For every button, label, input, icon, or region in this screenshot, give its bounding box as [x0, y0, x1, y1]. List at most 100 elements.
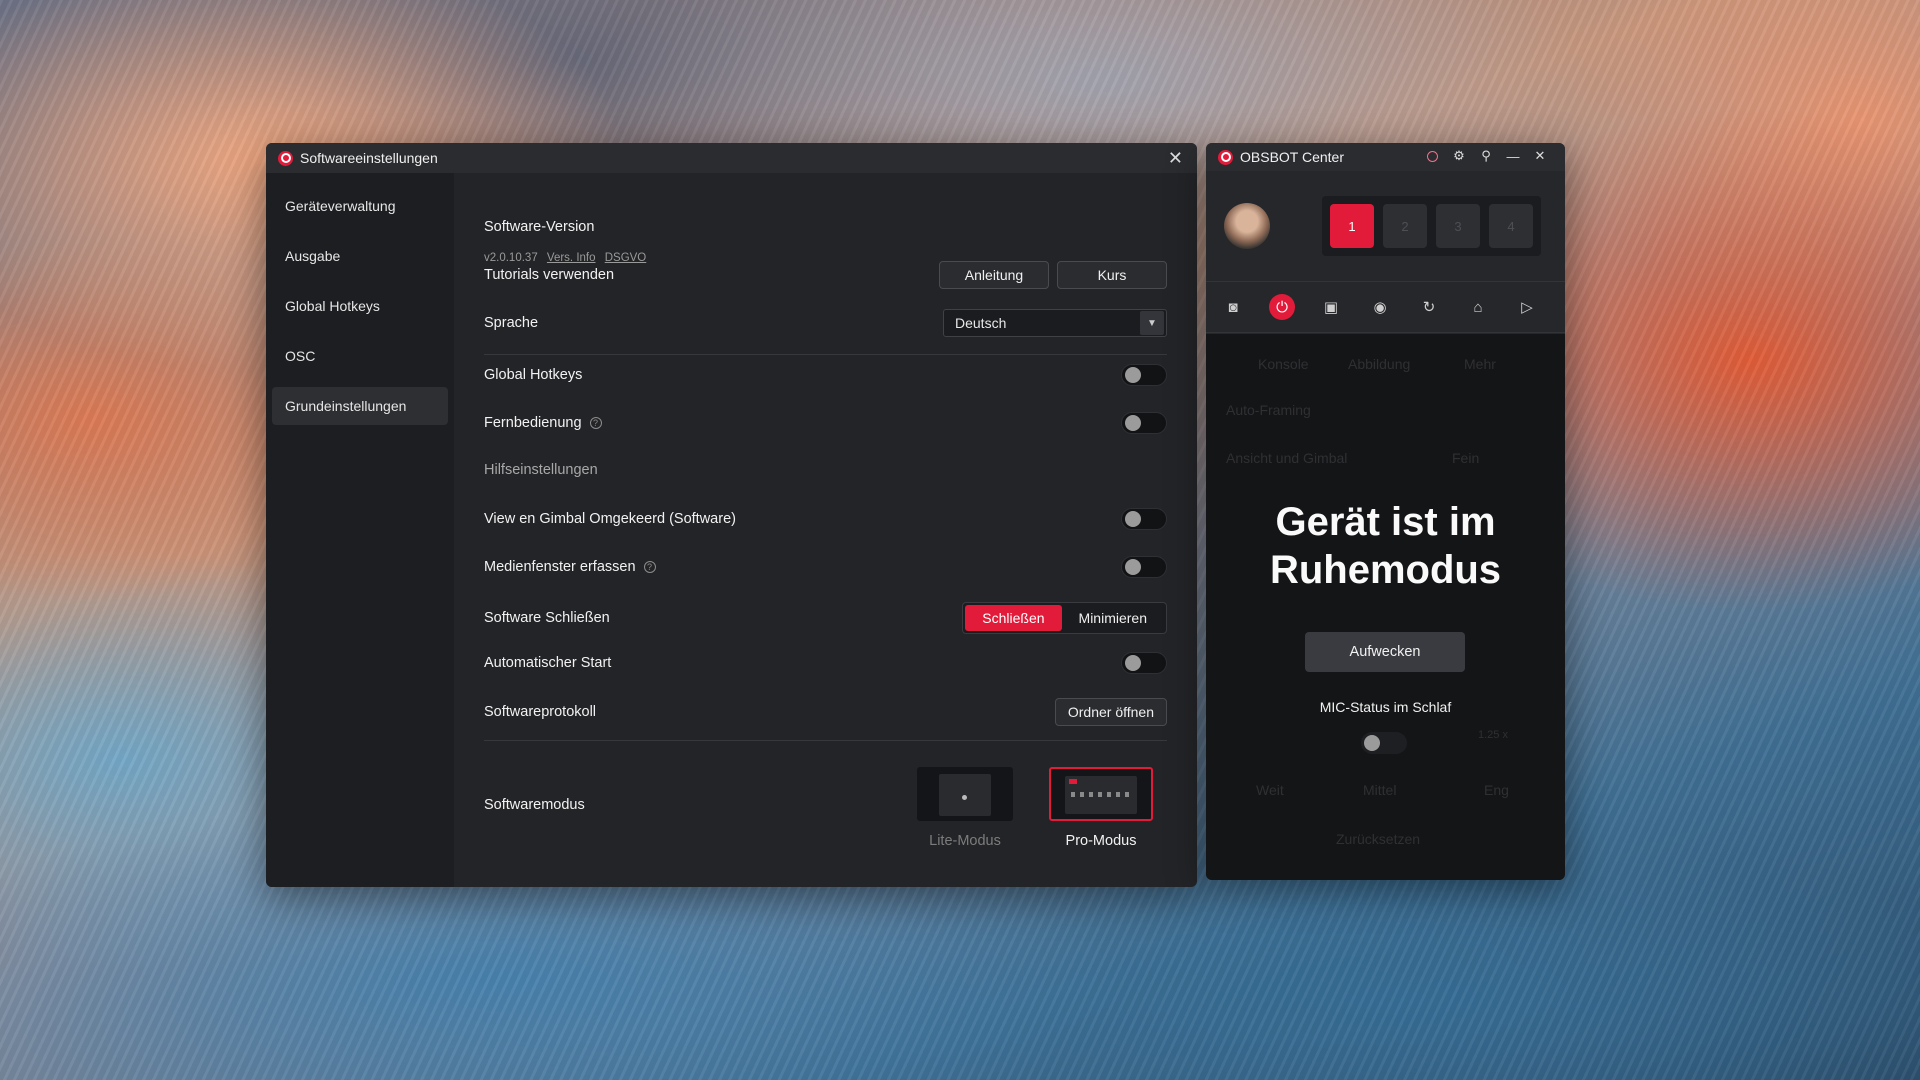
media-capture-toggle[interactable] [1121, 556, 1167, 578]
language-row: Sprache Deutsch ▼ [484, 309, 1167, 337]
helper-section-row: Hilfseinstellungen [484, 462, 1167, 478]
course-button[interactable]: Kurs [1057, 261, 1167, 289]
sidebar-item-device-management[interactable]: Geräteverwaltung [272, 187, 448, 225]
open-folder-button[interactable]: Ordner öffnen [1054, 698, 1167, 726]
helper-section-label: Hilfseinstellungen [484, 462, 598, 478]
sleep-mode-title: Gerät ist im Ruhemodus [1269, 500, 1502, 592]
sidebar-item-basic-settings[interactable]: Grundeinstellungen [272, 387, 448, 425]
obsbot-titlebar[interactable]: OBSBOT Center ⚙ ⚲ — ✕ [1206, 143, 1565, 171]
ghost-view-gimbal: Ansicht und Gimbal [1226, 450, 1348, 466]
view-gimbal-row: View en Gimbal Omgekeerd (Software) [484, 508, 1167, 530]
window-controls: ⚙ ⚲ — ✕ [1425, 147, 1547, 165]
view-gimbal-toggle[interactable] [1121, 508, 1167, 530]
ghost-tab-image: Abbildung [1348, 356, 1411, 372]
device-header: 1 2 3 4 [1206, 171, 1565, 281]
language-select[interactable]: Deutsch ▼ [943, 309, 1167, 337]
obsbot-window-title: OBSBOT Center [1240, 149, 1345, 165]
mic-status-toggle[interactable] [1361, 732, 1407, 754]
pro-mode-option[interactable]: Pro-Modus [1049, 767, 1153, 849]
auto-start-row: Automatischer Start [484, 652, 1167, 674]
software-mode-options: Lite-Modus Pro-Modus [917, 767, 1153, 849]
lite-mode-label: Lite-Modus [929, 833, 1001, 849]
camera-slots: 1 2 3 4 [1322, 196, 1541, 256]
media-capture-label: Medienfenster erfassen? [484, 559, 656, 575]
software-close-label: Software Schließen [484, 610, 610, 626]
global-hotkeys-toggle[interactable] [1121, 364, 1167, 386]
wake-up-button[interactable]: Aufwecken [1305, 632, 1465, 672]
software-mode-row: Softwaremodus Lite-Modus Pro-Modus [484, 767, 1167, 849]
language-value: Deutsch [955, 315, 1007, 331]
ghost-tab-more: Mehr [1464, 356, 1496, 372]
record-indicator-icon[interactable] [1425, 147, 1439, 165]
software-log-label: Softwareprotokoll [484, 704, 597, 720]
obsbot-center-window: OBSBOT Center ⚙ ⚲ — ✕ 1 2 3 4 ◙ ⏻ ▣ ◉ ↻ … [1206, 143, 1565, 880]
view-gimbal-label: View en Gimbal Omgekeerd (Software) [484, 511, 736, 527]
sleep-overlay: Konsole Abbildung Mehr Auto-Framing Ansi… [1206, 334, 1565, 880]
camera-slot-4[interactable]: 4 [1489, 204, 1533, 248]
camera-snapshot-icon[interactable]: ◙ [1220, 294, 1246, 320]
virtual-camera-icon[interactable]: ⌂ [1465, 294, 1491, 320]
global-hotkeys-label: Global Hotkeys [484, 367, 583, 383]
settings-window: Softwareeinstellungen ✕ Geräteverwaltung… [266, 143, 1197, 887]
close-icon[interactable]: ✕ [1533, 147, 1547, 165]
pro-mode-label: Pro-Modus [1065, 833, 1137, 849]
webcam-icon[interactable]: ◉ [1367, 294, 1393, 320]
settings-titlebar[interactable]: Softwareeinstellungen ✕ [266, 143, 1197, 173]
obsbot-logo-icon [278, 150, 293, 166]
close-icon[interactable]: ✕ [1168, 148, 1183, 168]
avatar[interactable] [1224, 203, 1270, 249]
camera-slot-3[interactable]: 3 [1436, 204, 1480, 248]
minimize-option-button[interactable]: Minimieren [1062, 605, 1164, 631]
remote-row: Fernbedienung? [484, 412, 1167, 434]
pro-mode-thumbnail [1049, 767, 1153, 821]
ghost-auto-framing: Auto-Framing [1226, 402, 1311, 418]
close-option-button[interactable]: Schließen [965, 605, 1062, 631]
minimize-icon[interactable]: — [1506, 147, 1520, 165]
software-close-row: Software Schließen Schließen Minimieren [484, 602, 1167, 634]
lite-mode-thumbnail [917, 767, 1013, 821]
divider [484, 354, 1167, 355]
expand-panel-icon[interactable]: ▷ [1514, 294, 1540, 320]
obsbot-logo-icon [1218, 149, 1233, 165]
help-icon[interactable]: ? [589, 417, 602, 429]
sidebar-item-global-hotkeys[interactable]: Global Hotkeys [272, 287, 448, 325]
settings-sidebar: Geräteverwaltung Ausgabe Global Hotkeys … [266, 173, 454, 887]
ghost-preset-tight: Eng [1484, 782, 1509, 798]
mic-status-label: MIC-Status im Schlaf [1319, 699, 1452, 715]
software-close-segmented: Schließen Minimieren [962, 602, 1167, 634]
ghost-reset: Zurücksetzen [1336, 831, 1421, 847]
pin-icon[interactable]: ⚲ [1479, 147, 1493, 165]
obsbot-toolbar: ◙ ⏻ ▣ ◉ ↻ ⌂ ▷ [1206, 281, 1565, 333]
help-icon[interactable]: ? [643, 561, 656, 573]
ghost-tab-console: Konsole [1258, 356, 1309, 372]
lite-mode-option[interactable]: Lite-Modus [917, 767, 1013, 849]
divider [484, 740, 1167, 741]
camera-slot-2[interactable]: 2 [1383, 204, 1427, 248]
global-hotkeys-row: Global Hotkeys [484, 364, 1167, 386]
camera-slot-1[interactable]: 1 [1330, 204, 1374, 248]
sidebar-item-output[interactable]: Ausgabe [272, 237, 448, 275]
settings-gear-icon[interactable]: ⚙ [1452, 147, 1466, 165]
auto-start-toggle[interactable] [1121, 652, 1167, 674]
settings-window-title: Softwareeinstellungen [300, 150, 438, 166]
record-video-icon[interactable]: ▣ [1318, 294, 1344, 320]
auto-start-label: Automatischer Start [484, 655, 612, 671]
chevron-down-icon: ▼ [1140, 311, 1164, 335]
sidebar-item-osc[interactable]: OSC [272, 337, 448, 375]
ghost-preset-medium: Mittel [1363, 782, 1397, 798]
media-capture-row: Medienfenster erfassen? [484, 556, 1167, 578]
software-version-row: Software-Version [484, 219, 1167, 235]
ghost-fine: Fein [1452, 450, 1480, 466]
settings-content: Software-Version v2.0.10.37 Vers. Info D… [484, 173, 1167, 887]
guide-button[interactable]: Anleitung [939, 261, 1049, 289]
ghost-zoom: 1.25 x [1478, 729, 1508, 741]
remote-label: Fernbedienung? [484, 415, 602, 431]
power-icon[interactable]: ⏻ [1269, 294, 1295, 320]
remote-toggle[interactable] [1121, 412, 1167, 434]
tutorials-row-main: Tutorials verwenden Anleitung Kurs [484, 261, 1167, 289]
software-log-row: Softwareprotokoll Ordner öffnen [484, 698, 1167, 726]
refresh-icon[interactable]: ↻ [1416, 294, 1442, 320]
tutorials-label: Tutorials verwenden [484, 267, 615, 283]
media-capture-label-text: Medienfenster erfassen [484, 559, 636, 575]
software-version-label: Software-Version [484, 219, 595, 235]
